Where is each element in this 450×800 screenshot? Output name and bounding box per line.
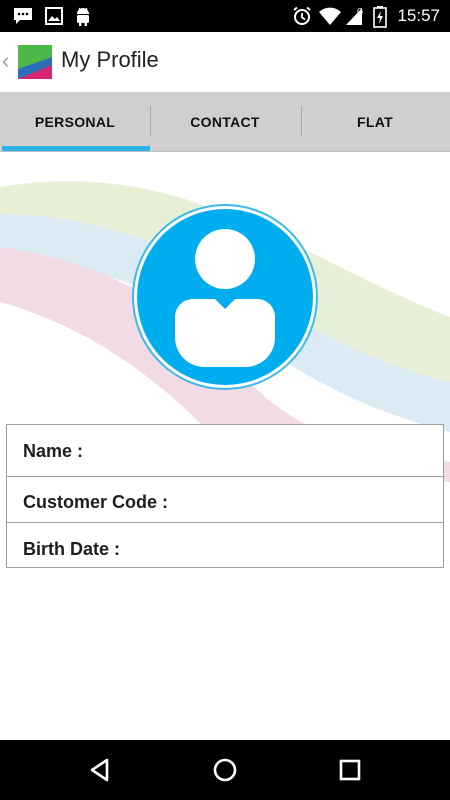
customer-code-row: Customer Code : [7, 492, 443, 513]
profile-info-card: Name : Customer Code : Birth Date : [6, 424, 444, 568]
network-type-label: G [357, 7, 363, 16]
signal-icon: G [346, 7, 363, 25]
page-title: My Profile [61, 47, 159, 72]
tab-contact[interactable]: CONTACT [150, 92, 300, 152]
image-notification-icon [45, 7, 63, 25]
customer-code-label: Customer Code : [23, 492, 169, 512]
name-label: Name : [23, 441, 84, 461]
app-bar: ‹ My Profile [0, 32, 450, 92]
app-logo-icon[interactable] [18, 45, 52, 79]
tab-bar: PERSONAL CONTACT FLAT [0, 92, 450, 152]
system-navigation-bar [0, 740, 450, 800]
tab-personal-label: PERSONAL [34, 114, 116, 130]
name-row: Name : [7, 441, 443, 462]
tab-flat-label: FLAT [357, 114, 393, 130]
alarm-icon [293, 6, 311, 25]
row-divider [7, 522, 443, 523]
recents-icon[interactable] [335, 755, 365, 785]
row-divider [7, 476, 443, 477]
tab-personal[interactable]: PERSONAL [0, 92, 150, 152]
chevron-left-icon[interactable]: ‹ [2, 48, 16, 74]
tab-contact-label: CONTACT [190, 114, 260, 130]
chat-notification-icon [14, 8, 32, 24]
home-icon[interactable] [210, 755, 240, 785]
status-time: 15:57 [397, 6, 440, 25]
tab-flat[interactable]: FLAT [300, 92, 450, 152]
user-avatar-icon[interactable] [131, 203, 319, 391]
birth-date-label: Birth Date : [23, 539, 121, 559]
birth-date-row: Birth Date : [7, 539, 443, 560]
profile-content: Name : Customer Code : Birth Date : [0, 152, 450, 740]
battery-icon [373, 6, 387, 28]
profile-screen: G 15:57 ‹ My Profile PERSONAL CONTACT FL… [0, 0, 450, 800]
back-icon[interactable] [85, 755, 115, 785]
android-notification-icon [77, 7, 89, 26]
status-bar: G 15:57 [0, 0, 450, 32]
selected-tab-indicator [2, 146, 150, 151]
wifi-icon [319, 7, 341, 25]
